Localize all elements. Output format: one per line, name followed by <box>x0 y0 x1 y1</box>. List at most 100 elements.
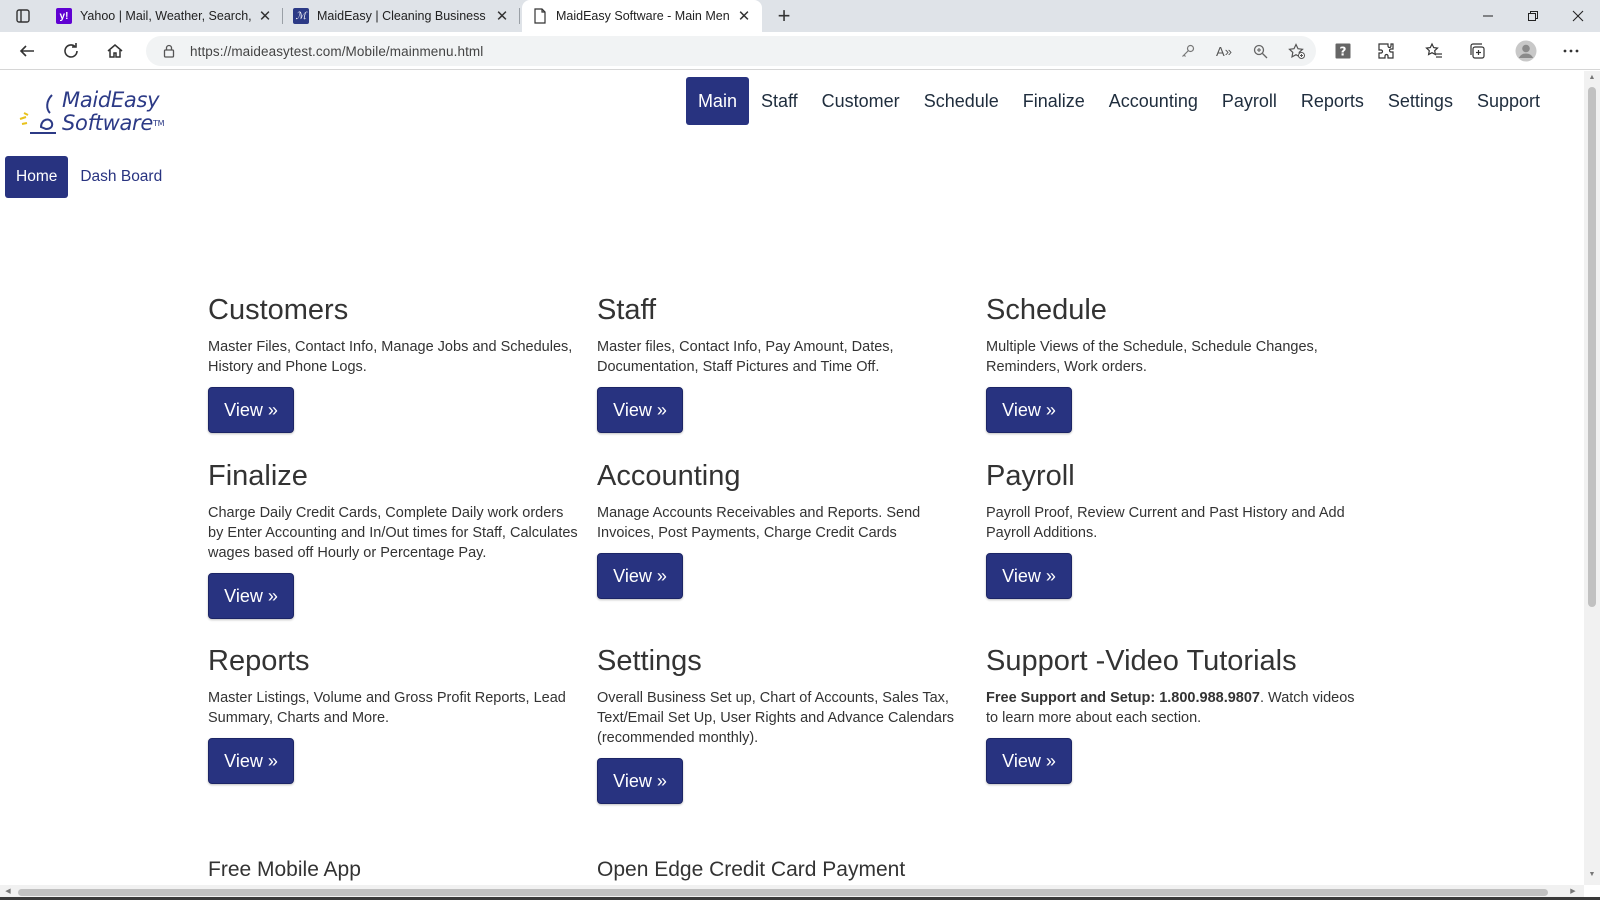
lock-icon[interactable] <box>162 44 176 58</box>
close-tab-icon[interactable]: ✕ <box>257 8 273 25</box>
section-title: Staff <box>597 294 657 326</box>
browser-tab-bar: y! Yahoo | Mail, Weather, Search, Po ✕ ℳ… <box>0 0 1600 32</box>
nav-reports[interactable]: Reports <box>1289 77 1376 125</box>
nav-schedule[interactable]: Schedule <box>912 77 1011 125</box>
add-favorite-icon[interactable] <box>1286 40 1306 62</box>
nav-payroll[interactable]: Payroll <box>1210 77 1289 125</box>
key-icon[interactable] <box>1178 40 1198 62</box>
scroll-down-icon[interactable]: ▼ <box>1588 871 1596 881</box>
section-title: Customers <box>208 294 349 326</box>
section-title: Finalize <box>208 460 308 492</box>
nav-settings[interactable]: Settings <box>1376 77 1465 125</box>
section-description: Manage Accounts Receivables and Reports.… <box>597 505 921 541</box>
maideasy-logo[interactable]: MaidEasy SoftwareTM <box>16 89 166 139</box>
section-accounting: Accounting Manage Accounts Receivables a… <box>597 459 967 599</box>
view-support-button[interactable]: View » <box>986 738 1072 784</box>
section-schedule: Schedule Multiple Views of the Schedule,… <box>986 293 1356 433</box>
logo-text: MaidEasy SoftwareTM <box>62 88 165 135</box>
view-customers-button[interactable]: View » <box>208 387 294 433</box>
section-description: Master Files, Contact Info, Manage Jobs … <box>208 339 573 375</box>
refresh-icon[interactable] <box>56 37 86 65</box>
page-content: MaidEasy SoftwareTM Main Staff Customer … <box>0 71 1584 885</box>
scroll-right-icon[interactable]: ▶ <box>1568 887 1578 897</box>
section-title: Settings <box>597 645 702 677</box>
logo-line-1: MaidEasy <box>62 88 160 112</box>
view-staff-button[interactable]: View » <box>597 387 683 433</box>
more-options-icon[interactable] <box>1556 37 1586 65</box>
collections-icon[interactable] <box>1462 37 1492 65</box>
logo-trademark: TM <box>153 119 165 128</box>
nav-accounting[interactable]: Accounting <box>1097 77 1210 125</box>
nav-main[interactable]: Main <box>685 77 749 125</box>
section-title: Payroll <box>986 460 1075 492</box>
view-reports-button[interactable]: View » <box>208 738 294 784</box>
main-nav: Main Staff Customer Schedule Finalize Ac… <box>685 76 1552 126</box>
dashboard-tab[interactable]: Dash Board <box>68 156 174 198</box>
scroll-up-icon[interactable]: ▲ <box>1588 74 1596 84</box>
section-finalize: Finalize Charge Daily Credit Cards, Comp… <box>208 459 578 619</box>
new-tab-icon[interactable]: + <box>772 3 796 28</box>
section-title: Support -Video Tutorials <box>986 645 1297 677</box>
mobile-app-heading: Free Mobile App <box>208 858 361 881</box>
section-description: Payroll Proof, Review Current and Past H… <box>986 505 1345 541</box>
view-payroll-button[interactable]: View » <box>986 553 1072 599</box>
browser-tab-yahoo[interactable]: y! Yahoo | Mail, Weather, Search, Po ✕ <box>46 0 283 32</box>
logo-line-2: Software <box>62 111 154 135</box>
browser-tab-main-menu[interactable]: MaidEasy Software - Main Menu ✕ <box>522 0 762 32</box>
view-accounting-button[interactable]: View » <box>597 553 683 599</box>
browser-toolbar: https://maideasytest.com/Mobile/mainmenu… <box>0 32 1600 70</box>
tab-title: MaidEasy Software - Main Menu <box>556 9 730 23</box>
section-description: Multiple Views of the Schedule, Schedule… <box>986 339 1318 375</box>
support-phone: Free Support and Setup: 1.800.988.9807 <box>986 690 1260 706</box>
page-favicon-icon <box>532 8 548 24</box>
maid-figure-icon <box>19 94 56 134</box>
browser-tab-maideasy[interactable]: ℳ MaidEasy | Cleaning Business Sof ✕ <box>283 0 520 32</box>
scroll-left-icon[interactable]: ◀ <box>3 887 13 897</box>
nav-staff[interactable]: Staff <box>749 77 810 125</box>
section-description: Overall Business Set up, Chart of Accoun… <box>597 690 955 746</box>
section-description: Charge Daily Credit Cards, Complete Dail… <box>208 505 578 561</box>
nav-finalize[interactable]: Finalize <box>1011 77 1097 125</box>
close-tab-icon[interactable]: ✕ <box>494 8 510 25</box>
close-tab-icon[interactable]: ✕ <box>736 8 752 25</box>
section-staff: Staff Master files, Contact Info, Pay Am… <box>597 293 967 433</box>
section-description: Master files, Contact Info, Pay Amount, … <box>597 339 894 375</box>
view-finalize-button[interactable]: View » <box>208 573 294 619</box>
address-bar[interactable]: https://maideasytest.com/Mobile/mainmenu… <box>146 36 1316 66</box>
minimize-icon[interactable] <box>1465 0 1510 32</box>
section-title: Accounting <box>597 460 741 492</box>
svg-text:?: ? <box>1340 45 1347 59</box>
section-support: Support -Video Tutorials Free Support an… <box>986 644 1356 784</box>
view-schedule-button[interactable]: View » <box>986 387 1072 433</box>
read-aloud-icon[interactable]: A» <box>1214 40 1234 62</box>
horizontal-scroll-thumb[interactable] <box>18 889 1548 896</box>
back-arrow-icon[interactable] <box>12 37 42 65</box>
zoom-icon[interactable] <box>1250 40 1270 62</box>
profile-avatar-icon[interactable] <box>1511 37 1541 65</box>
help-extension-icon[interactable]: ? <box>1328 37 1358 65</box>
view-settings-button[interactable]: View » <box>597 758 683 804</box>
credit-card-heading: Open Edge Credit Card Payment <box>597 858 906 881</box>
section-title: Reports <box>208 645 310 677</box>
section-customers: Customers Master Files, Contact Info, Ma… <box>208 293 578 433</box>
section-reports: Reports Master Listings, Volume and Gros… <box>208 644 578 784</box>
url-text: https://maideasytest.com/Mobile/mainmenu… <box>190 43 484 59</box>
nav-customer[interactable]: Customer <box>810 77 912 125</box>
restore-icon[interactable] <box>1510 0 1555 32</box>
yahoo-favicon-icon: y! <box>56 8 72 24</box>
close-window-icon[interactable] <box>1555 0 1600 32</box>
vertical-scrollbar[interactable]: ▲ ▼ <box>1584 71 1600 885</box>
tab-title: Yahoo | Mail, Weather, Search, Po <box>80 9 251 23</box>
sub-nav: Home Dash Board <box>5 156 174 198</box>
section-title: Schedule <box>986 294 1107 326</box>
tab-title: MaidEasy | Cleaning Business Sof <box>317 9 488 23</box>
home-tab[interactable]: Home <box>5 156 69 198</box>
vertical-scroll-thumb[interactable] <box>1588 87 1596 607</box>
maideasy-favicon-icon: ℳ <box>293 8 309 24</box>
favorites-icon[interactable] <box>1419 37 1449 65</box>
home-icon[interactable] <box>100 37 130 65</box>
section-description: Free Support and Setup: 1.800.988.9807. … <box>986 688 1356 728</box>
extensions-icon[interactable] <box>1371 37 1401 65</box>
tab-actions-icon[interactable] <box>10 4 36 28</box>
nav-support[interactable]: Support <box>1465 77 1552 125</box>
